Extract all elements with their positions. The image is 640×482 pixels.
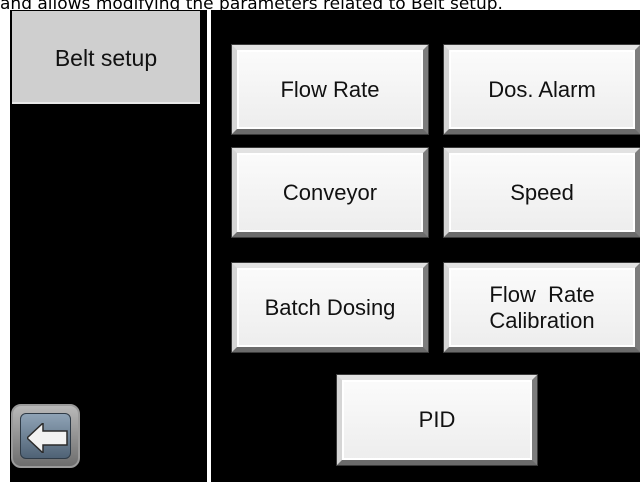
flow-rate-calibration-label: Flow Rate Calibration	[489, 282, 594, 334]
batch-dosing-button[interactable]: Batch Dosing	[232, 263, 428, 352]
back-button-face	[20, 413, 71, 459]
conveyor-button[interactable]: Conveyor	[232, 148, 428, 237]
back-button[interactable]	[11, 404, 80, 468]
sidebar-tab-belt-setup[interactable]: Belt setup	[12, 11, 200, 104]
dos-alarm-button[interactable]: Dos. Alarm	[444, 45, 640, 134]
flow-rate-label: Flow Rate	[280, 76, 380, 102]
dos-alarm-label: Dos. Alarm	[488, 76, 596, 102]
sidebar-tab-label: Belt setup	[54, 45, 158, 71]
pid-button[interactable]: PID	[337, 375, 537, 465]
page: and allows modifying the parameters rela…	[0, 0, 640, 482]
flow-rate-calibration-line1: Flow Rate	[489, 281, 595, 307]
arrow-left-icon	[27, 423, 68, 453]
pid-label: PID	[418, 407, 456, 432]
batch-dosing-label: Batch Dosing	[264, 294, 396, 320]
speed-button[interactable]: Speed	[444, 148, 640, 237]
flow-rate-calibration-line2: Calibration	[489, 307, 595, 333]
flow-rate-calibration-button[interactable]: Flow Rate Calibration	[444, 263, 640, 352]
flow-rate-button[interactable]: Flow Rate	[232, 45, 428, 134]
divider	[207, 10, 211, 482]
conveyor-label: Conveyor	[282, 179, 378, 205]
hmi-screen: Belt setup Flow Rate Dos. Alarm Conveyor…	[10, 10, 640, 482]
speed-label: Speed	[510, 179, 574, 205]
